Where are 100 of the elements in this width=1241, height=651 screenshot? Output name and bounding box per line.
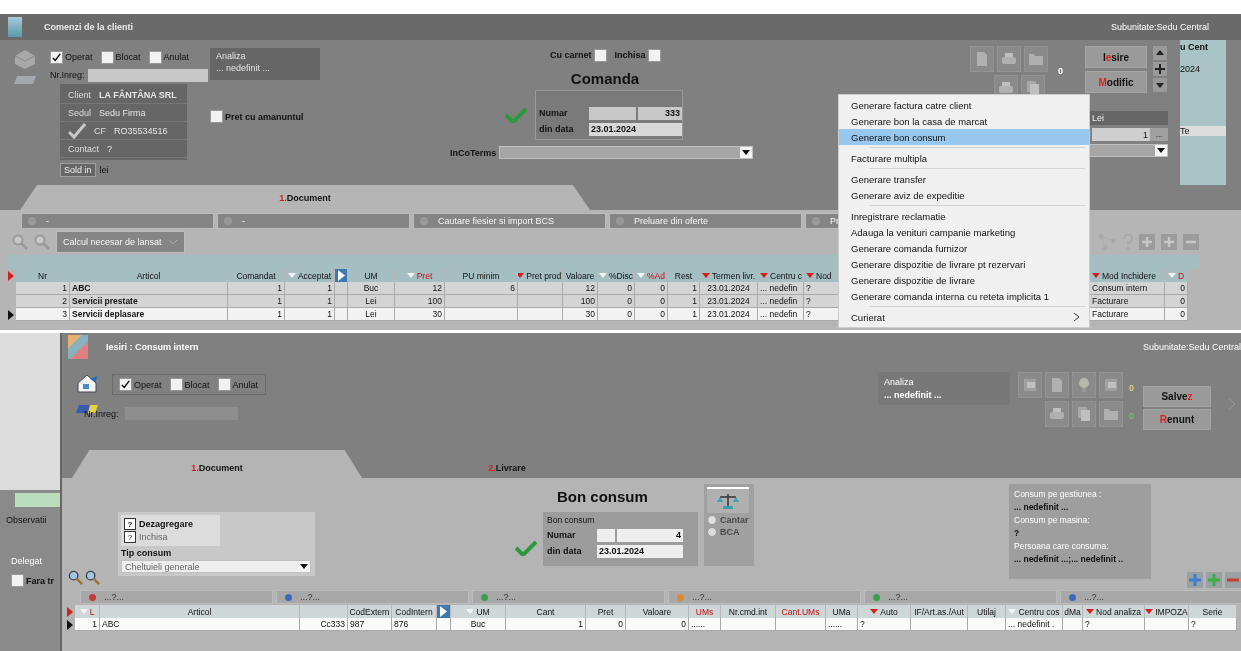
remove-icon[interactable] (1183, 234, 1199, 250)
checkbox[interactable]: Blocat (169, 378, 210, 391)
input-field[interactable] (87, 68, 208, 82)
column-header[interactable]: Termen livr. (700, 269, 758, 282)
toolbar-button[interactable]: ...?... (864, 590, 1057, 604)
tab[interactable]: 2.Livrare (362, 450, 652, 478)
menu-item[interactable]: Generare factura catre client (839, 97, 1089, 113)
browse-button[interactable]: ... (1150, 128, 1168, 141)
column-header[interactable]: CodExtern (348, 605, 392, 618)
column-header[interactable]: UM (348, 269, 395, 282)
remove-icon[interactable] (1225, 572, 1241, 588)
action-button[interactable]: Salvez (1143, 386, 1211, 407)
caret-down-icon[interactable] (298, 561, 310, 572)
column-header[interactable]: Pret prod. (518, 269, 563, 282)
toolbar-button[interactable]: ...?... (276, 590, 469, 604)
add-icon[interactable] (1206, 572, 1222, 588)
menu-item[interactable]: Generare comanda furnizor (839, 240, 1089, 256)
house-icon[interactable] (76, 373, 98, 393)
column-header[interactable]: Mod Inchidere (1090, 269, 1165, 282)
column-header[interactable]: UMs (689, 605, 721, 618)
action-button[interactable]: Renunt (1143, 409, 1211, 430)
checkbox[interactable]: Anulat (217, 378, 259, 391)
column-header[interactable]: IMPOZA (1145, 605, 1189, 618)
column-header[interactable]: Nr (16, 269, 70, 282)
column-header[interactable] (300, 605, 348, 618)
search-icon[interactable] (68, 570, 83, 585)
pages-icon[interactable] (1072, 401, 1096, 427)
column-header[interactable]: Rest (668, 269, 700, 282)
box-icon[interactable] (1099, 372, 1123, 398)
column-header[interactable]: Utilaj (968, 605, 1006, 618)
search-icon[interactable] (85, 570, 100, 585)
document-icon[interactable] (970, 46, 994, 72)
column-header[interactable]: Centru cos (1006, 605, 1063, 618)
tab[interactable]: 1.Document (20, 185, 590, 210)
menu-item[interactable]: Generare transfer (839, 171, 1089, 187)
column-header[interactable]: Nr.cmd.int (721, 605, 776, 618)
toolbar-button[interactable]: Preluare din oferte (609, 213, 802, 229)
option-toggle[interactable]: ? Dezagregare (124, 518, 217, 530)
tip-consum-dropdown[interactable]: Cheltuieli generale (121, 560, 311, 573)
toolbar-button[interactable]: ...?... (472, 590, 665, 604)
rate-field[interactable]: 1 (1092, 128, 1150, 141)
column-header[interactable]: Pret (586, 605, 626, 618)
arrow-button[interactable] (335, 269, 348, 282)
checkbox[interactable]: Fara tr (11, 574, 60, 587)
checkbox[interactable]: Blocat (100, 50, 141, 64)
column-header[interactable]: Valoare (563, 269, 598, 282)
number-field[interactable]: 4 (617, 528, 683, 542)
toolbar-button[interactable]: - (21, 213, 214, 229)
column-header[interactable]: L (75, 605, 100, 618)
caret-down-icon[interactable] (740, 147, 753, 158)
card-icon[interactable] (76, 405, 98, 413)
column-header[interactable]: Acceptat (285, 269, 335, 282)
window-icon[interactable] (1018, 372, 1042, 398)
add-icon[interactable] (1187, 572, 1203, 588)
number-field[interactable]: 333 (638, 106, 682, 120)
column-header[interactable]: UMa (826, 605, 858, 618)
column-header[interactable]: IF/Art.as./Aut (911, 605, 968, 618)
column-header[interactable]: Nod analiza (1083, 605, 1145, 618)
action-button[interactable]: Modific (1085, 71, 1147, 93)
menu-item[interactable]: Generare aviz de expeditie (839, 187, 1089, 203)
column-header[interactable]: PU minim (445, 269, 518, 282)
menu-item[interactable]: Generare bon la casa de marcat (839, 113, 1089, 129)
plus-icon[interactable] (1153, 62, 1167, 76)
checkbox[interactable]: Pret cu amanuntul (210, 110, 304, 123)
toolbar-button[interactable]: ...?... (668, 590, 861, 604)
column-header[interactable]: Auto (858, 605, 911, 618)
column-header[interactable]: CodIntern (392, 605, 437, 618)
column-header[interactable]: Comandat (228, 269, 285, 282)
action-button[interactable]: Iesire (1085, 46, 1147, 68)
add-icon[interactable] (1139, 234, 1155, 250)
toolbar-button[interactable]: ...?... (80, 590, 273, 604)
sold-field[interactable]: Sold in (60, 163, 96, 177)
checkbox[interactable]: Cu carnet (550, 48, 607, 62)
folder-icon[interactable] (1099, 401, 1123, 427)
column-header[interactable]: Cant (506, 605, 586, 618)
menu-item[interactable]: Generare dispozitie de livrare pt rezervari (839, 256, 1089, 272)
date-field[interactable]: 23.01.2024 (589, 122, 682, 136)
checkbox[interactable]: Inchisa (614, 48, 661, 62)
document-icon[interactable] (1045, 372, 1069, 398)
add-icon[interactable] (1161, 234, 1177, 250)
column-header[interactable]: %Disc (598, 269, 635, 282)
printer-icon[interactable] (997, 46, 1021, 72)
caret-down-icon[interactable] (1155, 145, 1167, 156)
lightbulb-icon[interactable] (1072, 372, 1096, 398)
printer-icon[interactable] (1045, 401, 1069, 427)
checkbox[interactable]: Operat (119, 378, 162, 391)
toolbar-button[interactable]: ...?... (1060, 590, 1241, 604)
input-field[interactable] (597, 528, 615, 542)
checkbox[interactable]: Anulat (148, 50, 190, 64)
menu-item[interactable]: Adauga la venituri campanie marketing (839, 224, 1089, 240)
column-header[interactable]: Centru c (758, 269, 804, 282)
column-header[interactable]: dMa (1063, 605, 1083, 618)
menu-item[interactable]: Facturare multipla (839, 150, 1089, 166)
column-header[interactable]: Serie (1189, 605, 1237, 618)
menu-item[interactable]: Generare bon consum (839, 129, 1089, 145)
checkbox[interactable]: Operat (50, 50, 93, 64)
menu-item[interactable]: Inregistrare reclamatie (839, 208, 1089, 224)
date-field[interactable]: 23.01.2024 (597, 544, 683, 558)
column-header[interactable]: Valoare (626, 605, 689, 618)
toolbar-button[interactable]: - (217, 213, 410, 229)
